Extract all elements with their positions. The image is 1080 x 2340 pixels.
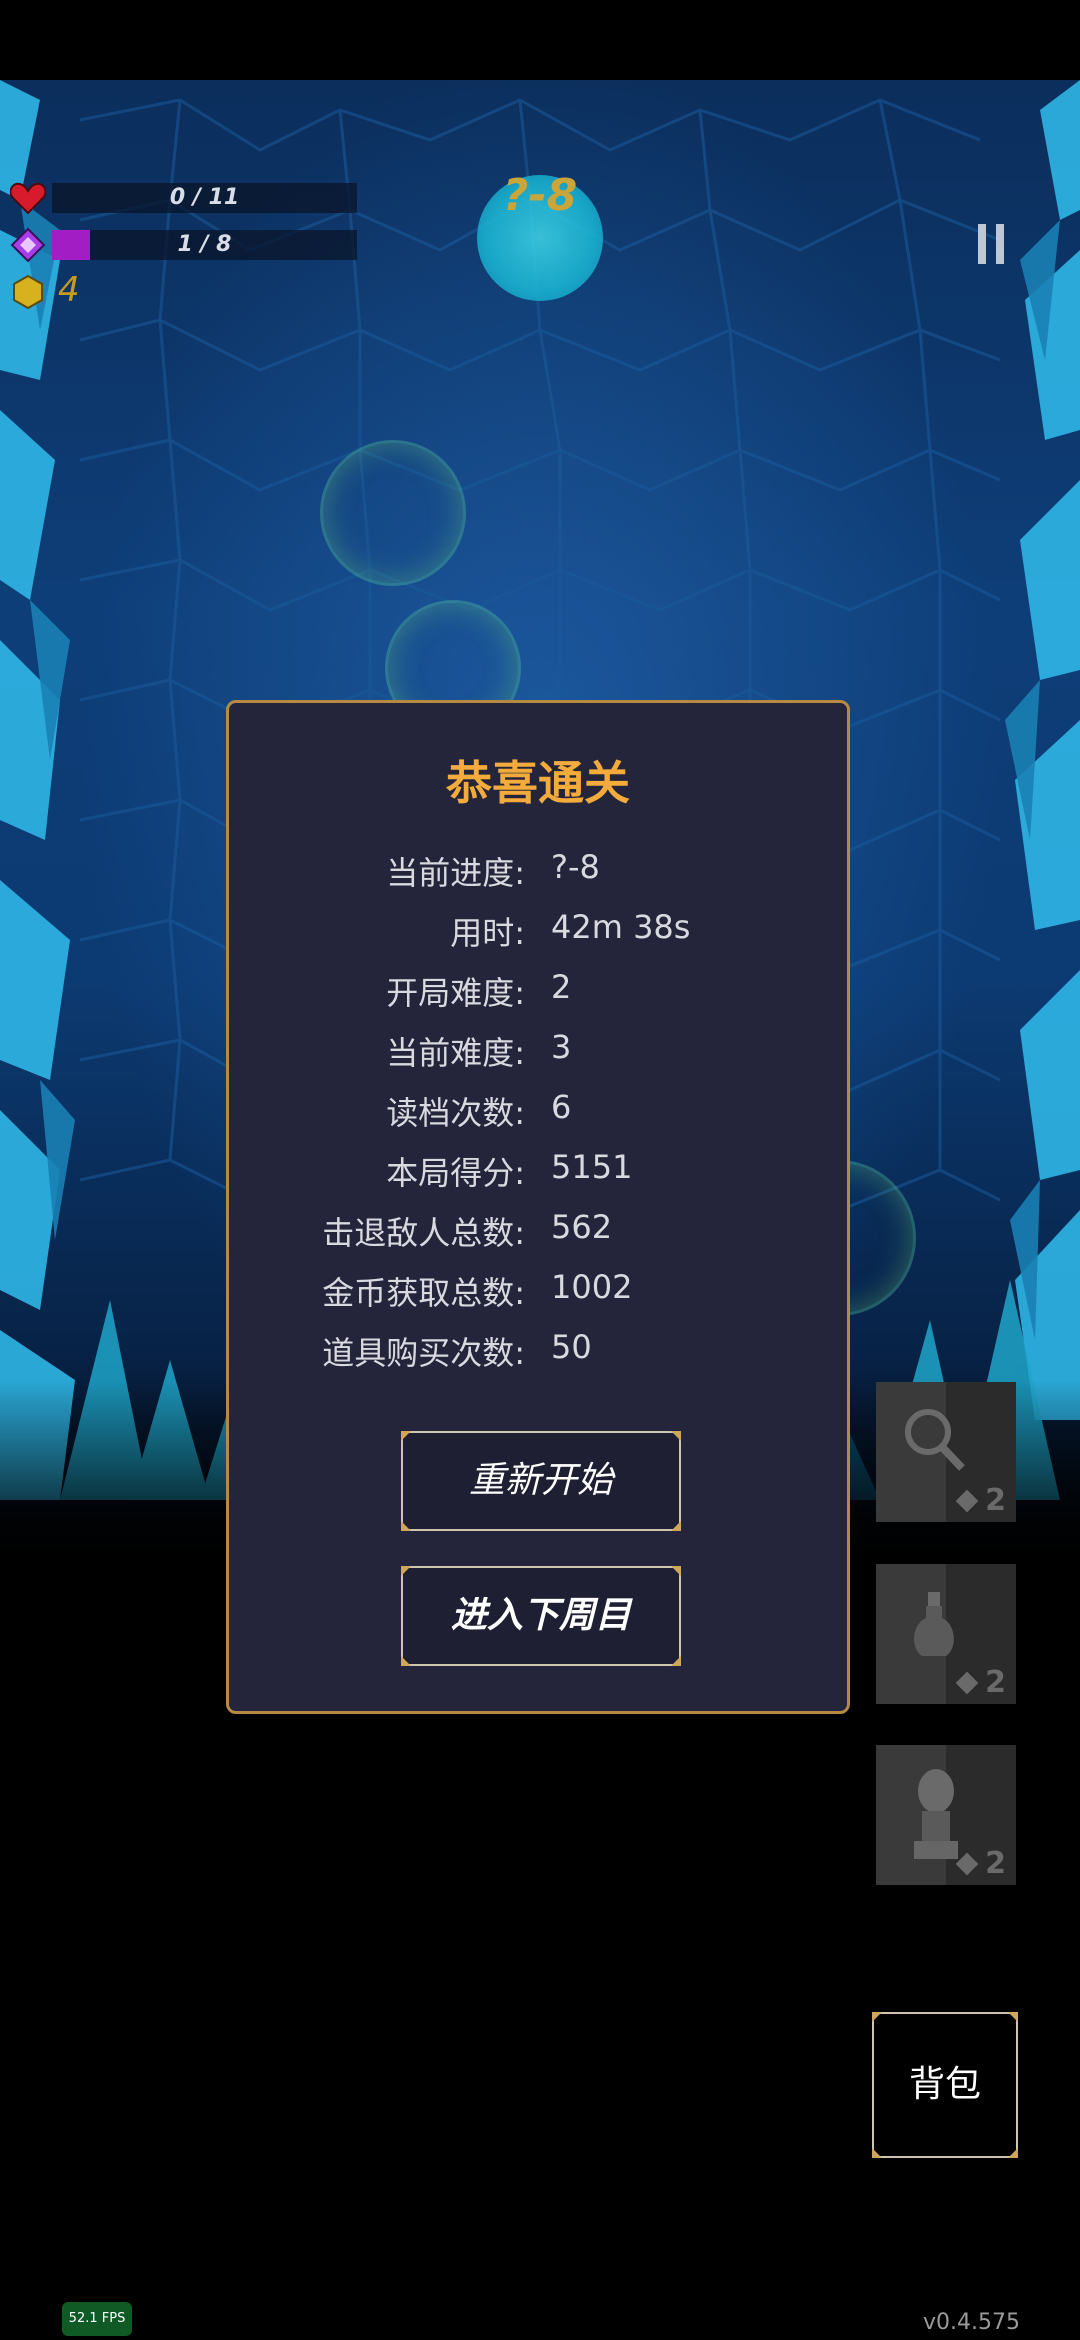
stat-row: 本局得分: 5151 <box>229 1148 847 1208</box>
version-label: v0.4.575 <box>923 2310 1020 2335</box>
stat-row: 读档次数: 6 <box>229 1088 847 1148</box>
floor-glow-ring <box>320 440 466 586</box>
heart-icon <box>10 180 46 216</box>
button-corner <box>401 1521 411 1531</box>
coin-icon <box>10 274 46 310</box>
stat-value: 50 <box>551 1328 592 1366</box>
stat-value: 562 <box>551 1208 613 1246</box>
magnifier-icon <box>905 1409 965 1471</box>
stat-row: 当前难度: 3 <box>229 1028 847 1088</box>
stat-value: 1002 <box>551 1268 633 1306</box>
stat-row: 当前进度: ?-8 <box>229 848 847 908</box>
item-slot-potion[interactable]: 2 <box>876 1564 1016 1704</box>
next-cycle-label: 进入下周目 <box>450 1595 631 1636</box>
stat-value: 6 <box>551 1088 572 1126</box>
button-corner <box>1008 2148 1018 2158</box>
stat-row: 金币获取总数: 1002 <box>229 1268 847 1328</box>
button-corner <box>872 2012 882 2022</box>
stat-label: 金币获取总数: <box>322 1274 525 1312</box>
stat-row: 开局难度: 2 <box>229 968 847 1028</box>
health-bar: 0 / 11 <box>52 183 357 213</box>
item-cost: 2 <box>955 1483 1006 1518</box>
item-cost-value: 2 <box>985 1846 1006 1881</box>
button-corner <box>671 1656 681 1666</box>
item-cost: 2 <box>955 1665 1006 1700</box>
pause-icon <box>978 224 986 264</box>
item-cost-value: 2 <box>985 1665 1006 1700</box>
button-corner <box>671 1431 681 1441</box>
stat-row: 击退敌人总数: 562 <box>229 1208 847 1268</box>
restart-label: 重新开始 <box>468 1460 613 1501</box>
mana-bar: 1 / 8 <box>52 230 357 260</box>
stat-label: 击退敌人总数: <box>322 1214 525 1252</box>
panel-title: 恭喜通关 <box>446 756 630 810</box>
stat-row: 用时: 42m 38s <box>229 908 847 968</box>
bag-button[interactable]: 背包 <box>872 2012 1018 2158</box>
stat-label: 道具购买次数: <box>322 1334 525 1372</box>
button-corner <box>872 2148 882 2158</box>
button-corner <box>1008 2012 1018 2022</box>
stat-value: ?-8 <box>551 848 600 886</box>
stat-label: 当前难度: <box>386 1034 525 1072</box>
button-corner <box>671 1566 681 1576</box>
coin-row <box>10 274 46 310</box>
gem-icon <box>955 1852 979 1875</box>
next-cycle-button[interactable]: 进入下周目 <box>401 1566 681 1666</box>
pause-button[interactable] <box>970 220 1014 270</box>
mana-text: 1 / 8 <box>177 232 232 257</box>
stat-label: 当前进度: <box>386 854 525 892</box>
stat-value: 2 <box>551 968 572 1006</box>
button-corner <box>401 1656 411 1666</box>
restart-button[interactable]: 重新开始 <box>401 1431 681 1531</box>
mana-gem-icon <box>10 227 46 263</box>
item-slot-statue[interactable]: 2 <box>876 1745 1016 1885</box>
gem-icon <box>955 1671 979 1694</box>
pause-icon <box>996 224 1004 264</box>
coin-count: 4 <box>58 270 80 310</box>
fps-counter: 52.1 FPS <box>62 2302 132 2336</box>
button-corner <box>401 1431 411 1441</box>
potion-icon <box>914 1592 954 1656</box>
item-cost: 2 <box>955 1846 1006 1881</box>
button-corner <box>401 1566 411 1576</box>
stat-label: 读档次数: <box>386 1094 525 1132</box>
button-corner <box>671 1521 681 1531</box>
stat-label: 开局难度: <box>386 974 525 1012</box>
stat-row: 道具购买次数: 50 <box>229 1328 847 1388</box>
gem-icon <box>955 1489 979 1512</box>
level-label: ?-8 <box>502 170 578 221</box>
stat-label: 用时: <box>450 914 525 952</box>
bag-label: 背包 <box>908 2064 981 2105</box>
stat-value: 42m 38s <box>551 908 691 946</box>
stage-clear-panel: 恭喜通关 当前进度: ?-8 用时: 42m 38s 开局难度: 2 当前难度:… <box>226 700 850 1714</box>
stat-value: 5151 <box>551 1148 633 1186</box>
stat-value: 3 <box>551 1028 572 1066</box>
stat-label: 本局得分: <box>386 1154 525 1192</box>
health-text: 0 / 11 <box>169 185 240 210</box>
item-cost-value: 2 <box>985 1483 1006 1518</box>
mana-row <box>10 227 46 263</box>
health-row <box>10 180 46 216</box>
item-slot-magnifier[interactable]: 2 <box>876 1382 1016 1522</box>
